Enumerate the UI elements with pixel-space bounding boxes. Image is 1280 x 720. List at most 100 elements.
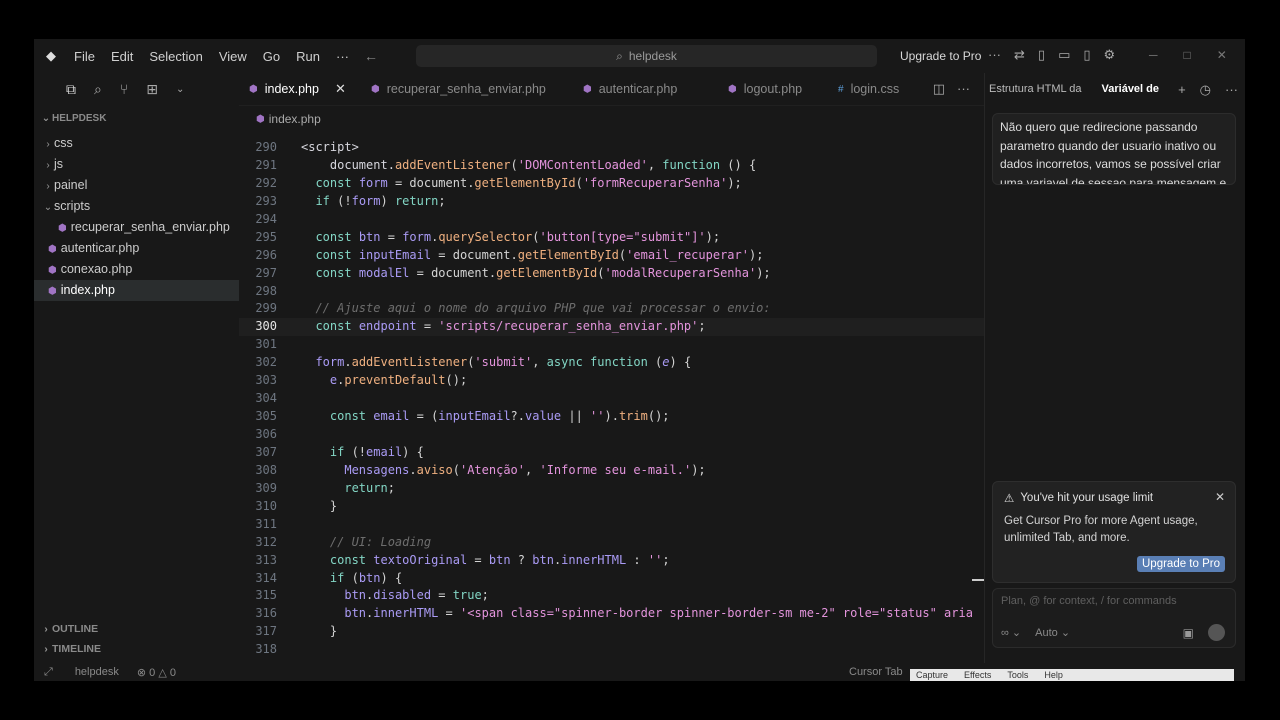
code-line[interactable]: 291 document.addEventListener('DOMConten…	[239, 157, 984, 175]
code-line[interactable]: 293 if (!form) return;	[239, 193, 984, 211]
settings-gear-icon[interactable]: ⚙	[1104, 47, 1116, 63]
line-number: 299	[255, 301, 277, 316]
new-chat-plus-icon[interactable]: +	[1178, 82, 1186, 98]
breadcrumb-file[interactable]: index.php	[269, 112, 321, 126]
tools-menu[interactable]: Tools	[1007, 670, 1028, 680]
code-line[interactable]: 290 <script>	[239, 139, 984, 157]
explorer-folder-header[interactable]: ⌄ HELPDESK	[34, 105, 239, 129]
chevron-down-icon[interactable]: ⌄	[176, 84, 184, 95]
code-line[interactable]: 309 return;	[239, 480, 984, 498]
search-view-icon[interactable]: ⌕	[94, 81, 102, 98]
code-line[interactable]: 314 if (btn) {	[239, 570, 984, 588]
user-message[interactable]: Não quero que redirecione passando param…	[992, 113, 1236, 185]
status-workspace[interactable]: helpdesk	[75, 666, 119, 678]
chat-input[interactable]: Plan, @ for context, / for commands ∞ ⌄ …	[992, 588, 1236, 648]
tree-item-scripts[interactable]: ⌄ scripts	[34, 196, 239, 217]
editor-tab-index-php[interactable]: ⬢ index.php ✕	[239, 73, 361, 105]
more-actions-icon[interactable]: ···	[957, 81, 970, 97]
code-line[interactable]: 300 const endpoint = 'scripts/recuperar_…	[239, 318, 984, 337]
extensions-icon[interactable]: ⊞	[146, 81, 158, 98]
editor-tab-autenticar-php[interactable]: ⬢ autenticar.php	[573, 73, 718, 105]
menu-run[interactable]: Run	[288, 49, 328, 64]
editor-tab-login-css[interactable]: # login.css	[828, 73, 923, 105]
code-line[interactable]: 302 form.addEventListener('submit', asyn…	[239, 354, 984, 372]
toggle-aux-sidebar-icon[interactable]: ▯	[1083, 47, 1090, 63]
tree-item-painel[interactable]: › painel	[34, 175, 239, 196]
help-menu[interactable]: Help	[1044, 670, 1063, 680]
effects-menu[interactable]: Effects	[964, 670, 991, 680]
split-editor-icon[interactable]: ◫	[933, 81, 945, 97]
minimize-icon[interactable]: ─	[1149, 48, 1158, 62]
menu-selection[interactable]: Selection	[141, 49, 210, 64]
tree-item-label: autenticar.php	[60, 241, 140, 255]
code-line[interactable]: 308 Mensagens.aviso('Atenção', 'Informe …	[239, 462, 984, 480]
code-line[interactable]: 294	[239, 211, 984, 229]
command-center-search[interactable]: ⌕ helpdesk	[416, 45, 877, 67]
chat-tab-estrutura[interactable]: Estrutura HTML da	[989, 83, 1082, 95]
upgrade-to-pro-link[interactable]: Upgrade to Pro	[900, 49, 981, 63]
toggle-sidebar-icon[interactable]: ▯	[1038, 47, 1045, 63]
code-line[interactable]: 298	[239, 283, 984, 301]
explorer-files-icon[interactable]: ⧉	[66, 81, 76, 98]
tree-item-index-php[interactable]: ⬢ index.php	[34, 280, 239, 301]
model-selector[interactable]: Auto ⌄	[1035, 626, 1070, 639]
outline-section[interactable]: › OUTLINE	[40, 623, 98, 635]
menu-go[interactable]: Go	[255, 49, 288, 64]
code-view[interactable]: 290 <script> 291 document.addEventListener…	[239, 139, 984, 659]
cursor-tab-status[interactable]: Cursor Tab	[849, 666, 903, 678]
code-line[interactable]: 296 const inputEmail = document.getEleme…	[239, 247, 984, 265]
editor-tab-recuperar-senha-enviar-php[interactable]: ⬢ recuperar_senha_enviar.php	[361, 73, 573, 105]
code-line[interactable]: 315 btn.disabled = true;	[239, 587, 984, 605]
capture-menu[interactable]: Capture	[916, 670, 948, 680]
code-line[interactable]: 306	[239, 426, 984, 444]
code-line[interactable]: 318	[239, 641, 984, 659]
code-line[interactable]: 295 const btn = form.querySelector('butt…	[239, 229, 984, 247]
line-number: 305	[255, 409, 277, 424]
code-line[interactable]: 310 }	[239, 498, 984, 516]
upgrade-to-pro-button[interactable]: Upgrade to Pro	[1137, 556, 1225, 572]
problems-indicator[interactable]: ⊗ 0 △ 0	[137, 666, 176, 679]
code-line[interactable]: 311	[239, 516, 984, 534]
swap-icon[interactable]: ⇄	[1014, 47, 1025, 63]
code-line[interactable]: 301	[239, 336, 984, 354]
menu-view[interactable]: View	[211, 49, 255, 64]
code-line[interactable]: 312 // UI: Loading	[239, 534, 984, 552]
toggle-panel-icon[interactable]: ▭	[1058, 47, 1070, 63]
tree-item-conexao-php[interactable]: ⬢ conexao.php	[34, 259, 239, 280]
code-line[interactable]: 313 const textoOriginal = btn ? btn.inne…	[239, 552, 984, 570]
code-line[interactable]: 297 const modalEl = document.getElementB…	[239, 265, 984, 283]
menu-file[interactable]: File	[66, 49, 103, 64]
history-clock-icon[interactable]: ◷	[1200, 82, 1211, 98]
code-line[interactable]: 303 e.preventDefault();	[239, 372, 984, 390]
tree-item-autenticar-php[interactable]: ⬢ autenticar.php	[34, 238, 239, 259]
menu-more[interactable]: ···	[328, 49, 357, 64]
tree-item-css[interactable]: › css	[34, 133, 239, 154]
code-line[interactable]: 292 const form = document.getElementById…	[239, 175, 984, 193]
source-control-icon[interactable]: ⑂	[120, 81, 128, 97]
close-icon[interactable]: ✕	[1215, 490, 1225, 504]
remote-icon[interactable]: ⤢	[44, 666, 53, 679]
image-upload-icon[interactable]: ▣	[1183, 626, 1194, 640]
code-line[interactable]: 304	[239, 390, 984, 408]
close-window-icon[interactable]: ✕	[1217, 48, 1227, 62]
more-icon[interactable]: ···	[988, 47, 1001, 63]
back-arrow-icon[interactable]: ←	[364, 48, 378, 64]
timeline-section[interactable]: › TIMELINE	[40, 643, 101, 655]
more-icon[interactable]: ···	[1225, 82, 1238, 98]
editor-tabs: ⬢ index.php ✕ ⬢ recuperar_senha_enviar.php ⬢ a…	[239, 73, 984, 106]
chat-tab-variavel[interactable]: Variável de	[1102, 83, 1160, 95]
tree-item-recuperar-senha-enviar-php[interactable]: ⬢ recuperar_senha_enviar.php	[34, 217, 239, 238]
tree-item-label: index.php	[60, 283, 115, 297]
editor-tab-logout-php[interactable]: ⬢ logout.php	[718, 73, 828, 105]
code-line[interactable]: 307 if (!email) {	[239, 444, 984, 462]
code-line[interactable]: 305 const email = (inputEmail?.value || …	[239, 408, 984, 426]
close-tab-icon[interactable]: ✕	[335, 81, 346, 97]
code-line[interactable]: 316 btn.innerHTML = '<span class="spinne…	[239, 605, 984, 623]
tree-item-js[interactable]: › js	[34, 154, 239, 175]
menu-edit[interactable]: Edit	[103, 49, 141, 64]
microphone-icon[interactable]	[1208, 624, 1225, 641]
code-line[interactable]: 299 // Ajuste aqui o nome do arquivo PHP…	[239, 300, 984, 318]
maximize-icon[interactable]: □	[1184, 48, 1191, 62]
agent-mode-selector[interactable]: ∞ ⌄	[1001, 626, 1021, 639]
code-line[interactable]: 317 }	[239, 623, 984, 641]
